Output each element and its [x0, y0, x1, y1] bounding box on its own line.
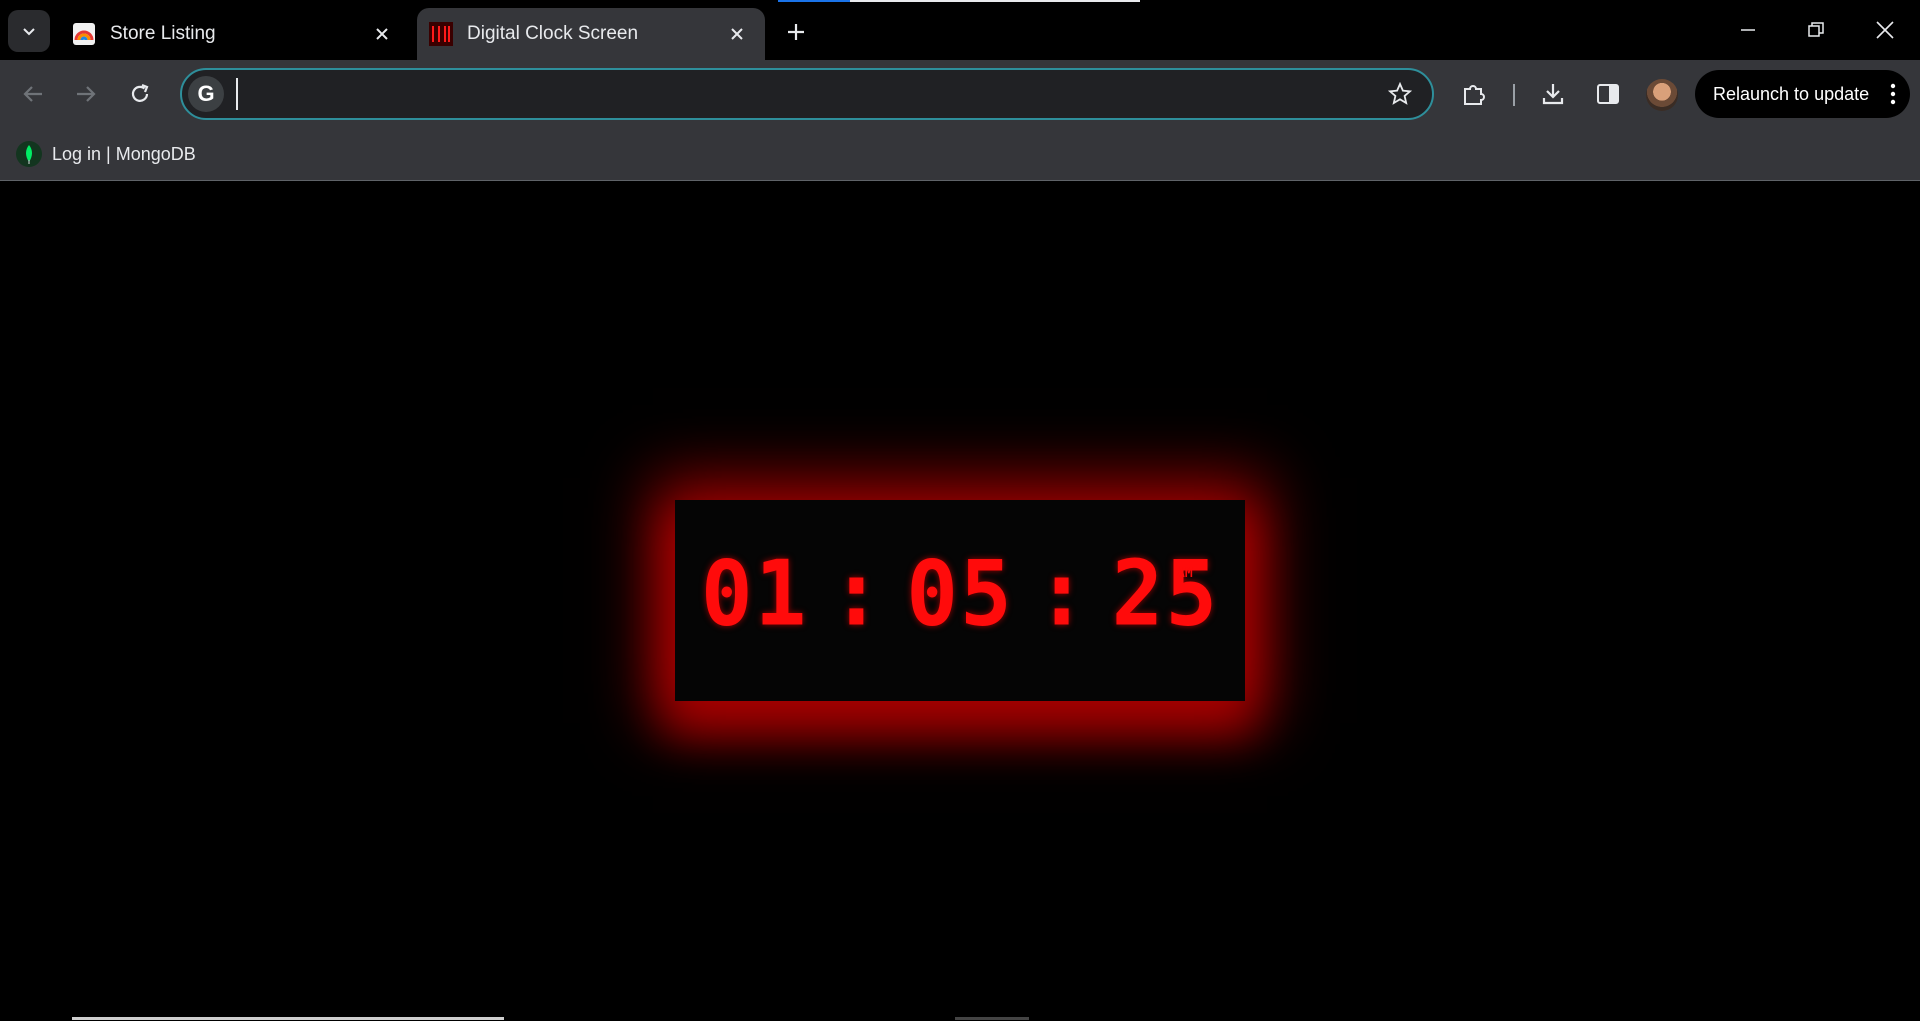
arrow-left-icon: [23, 86, 42, 102]
extensions-button[interactable]: [1456, 76, 1492, 112]
clock-time: 01:05:25: [675, 542, 1245, 647]
bookmark-star-button[interactable]: [1386, 80, 1414, 108]
forward-button[interactable]: [68, 76, 104, 112]
toolbar-divider: [1513, 84, 1515, 106]
bookmark-mongodb[interactable]: Log in | MongoDB: [16, 138, 196, 170]
close-icon: [1876, 21, 1894, 39]
close-window-button[interactable]: [1865, 10, 1905, 50]
side-panel-icon: [1597, 84, 1619, 104]
horizontal-scrollbar-track-segment: [955, 1017, 1029, 1020]
relaunch-update-button[interactable]: Relaunch to update: [1695, 70, 1910, 118]
clock-separator: :: [830, 541, 885, 647]
mongodb-leaf-icon: [16, 141, 42, 167]
back-button[interactable]: [15, 76, 51, 112]
close-tab-icon[interactable]: [725, 22, 749, 46]
star-icon: [1388, 82, 1412, 105]
address-input[interactable]: [236, 78, 1336, 110]
page-content: 01:05:25 AM: [0, 181, 1920, 1021]
new-tab-button[interactable]: [780, 16, 812, 48]
arrow-right-icon: [77, 86, 96, 102]
download-icon: [1542, 84, 1564, 105]
clock-period: AM: [1177, 566, 1193, 581]
puzzle-icon: [1464, 85, 1485, 105]
chevron-down-icon: [23, 28, 35, 36]
reload-icon: [131, 83, 149, 102]
side-panel-button[interactable]: [1590, 76, 1626, 112]
tab-search-button[interactable]: [8, 10, 50, 52]
bookmark-label: Log in | MongoDB: [52, 143, 196, 164]
tab-strip: Store Listing Digital Clock Screen: [0, 0, 1920, 60]
more-menu-icon[interactable]: [1890, 82, 1896, 111]
loading-bar-progress: [778, 0, 850, 2]
clock-minutes: 05: [906, 541, 1014, 647]
minimize-icon: [1741, 29, 1755, 31]
downloads-button[interactable]: [1535, 76, 1571, 112]
google-g-icon: G: [188, 76, 224, 112]
reload-button[interactable]: [122, 76, 158, 112]
browser-toolbar: G Relaunch to update: [0, 60, 1920, 128]
address-bar[interactable]: G: [180, 68, 1434, 120]
clock-hours: 01: [700, 541, 809, 647]
tab-title: Digital Clock Screen: [467, 23, 639, 44]
rainbow-store-icon: [73, 23, 95, 45]
close-tab-icon[interactable]: [370, 22, 394, 46]
minimize-button[interactable]: [1728, 10, 1768, 50]
bookmarks-bar: Log in | MongoDB: [0, 128, 1920, 181]
restore-button[interactable]: [1796, 10, 1836, 50]
tab-store-listing[interactable]: Store Listing: [60, 8, 410, 60]
restore-icon: [1808, 22, 1824, 37]
clock-seconds: 25: [1111, 541, 1220, 647]
digital-clock-favicon: [429, 22, 453, 46]
profile-avatar[interactable]: [1646, 79, 1678, 111]
relaunch-label: Relaunch to update: [1713, 83, 1870, 104]
horizontal-scrollbar-thumb[interactable]: [72, 1017, 504, 1020]
digital-clock-panel: 01:05:25 AM: [675, 500, 1245, 701]
loading-bar-track: [850, 0, 1140, 2]
tab-digital-clock-screen[interactable]: Digital Clock Screen: [417, 8, 765, 60]
tab-title: Store Listing: [110, 23, 216, 44]
clock-separator: :: [1035, 541, 1090, 647]
plus-icon: [788, 24, 804, 40]
